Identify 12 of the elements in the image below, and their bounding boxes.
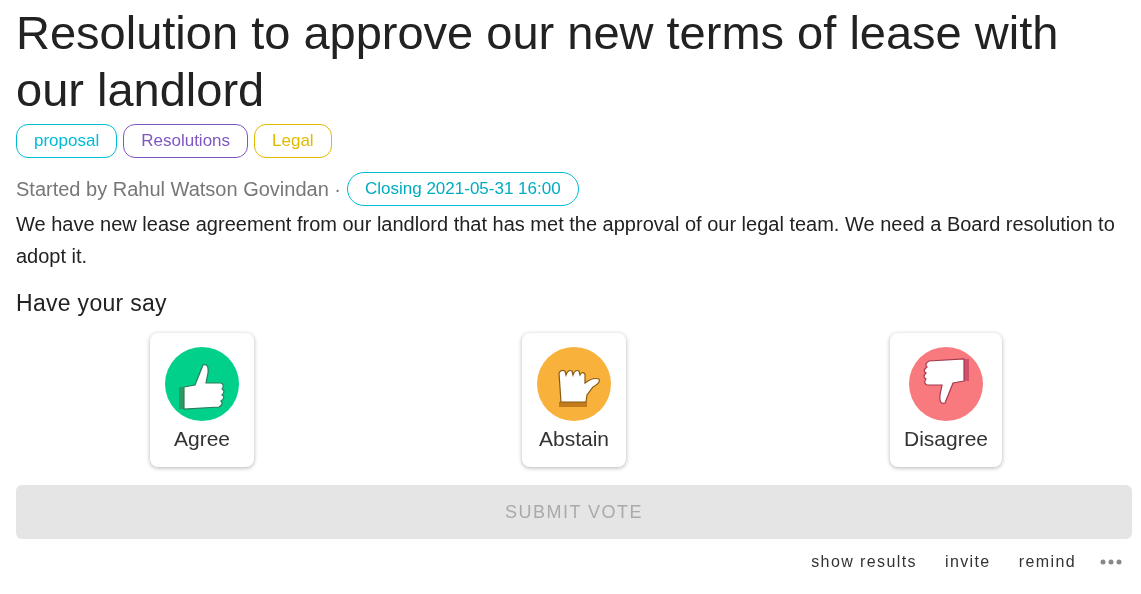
action-link[interactable]: remind (1008, 547, 1086, 577)
tag[interactable]: Resolutions (123, 124, 249, 158)
section-heading: Have your say (16, 290, 168, 317)
more-icon[interactable] (1100, 559, 1122, 565)
description: We have new lease agreement from our landlord that has met the approval of our legal team. We need a Board resolution to adopt it. (16, 212, 1116, 269)
thread-title: Resolution to approve our new terms of lease with our landlord (16, 5, 1060, 118)
author-line: Started by Rahul Watson Govindan · (16, 177, 341, 201)
action-link[interactable]: invite (934, 547, 1001, 577)
vote-option[interactable]: Disagree (889, 333, 1002, 467)
action-link[interactable]: show results (801, 547, 927, 577)
vote-option[interactable]: Agree (150, 333, 254, 467)
vote-option[interactable]: Abstain (522, 333, 626, 467)
